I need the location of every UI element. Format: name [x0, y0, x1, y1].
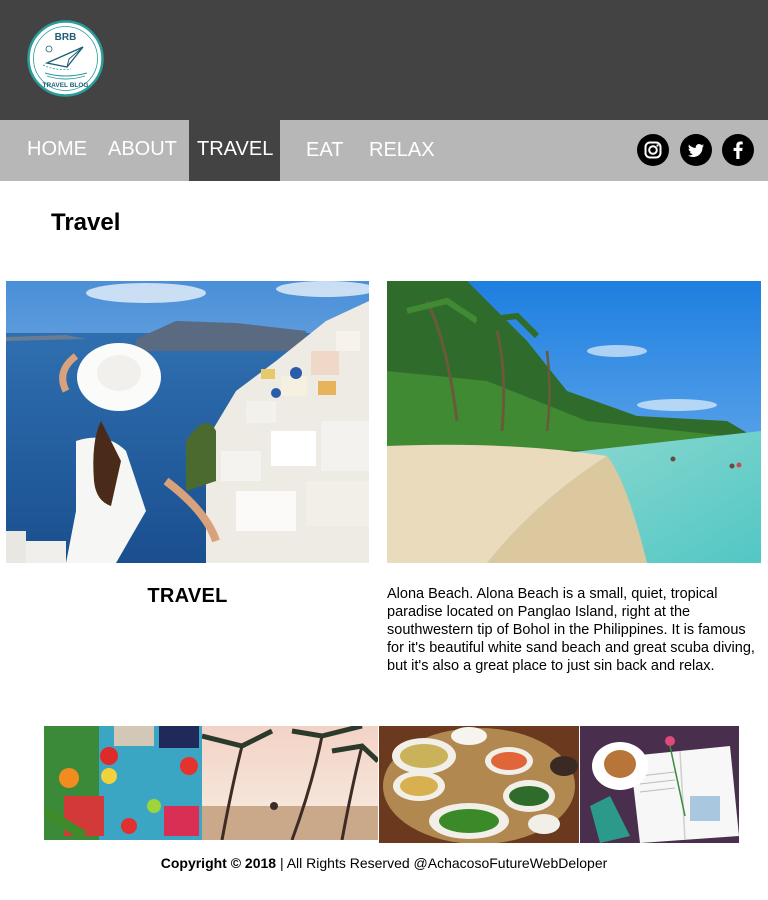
nav-travel[interactable]: TRAVEL — [189, 120, 280, 181]
nav-relax[interactable]: RELAX — [369, 120, 435, 181]
copyright-label: Copyright © 2018 — [160, 855, 277, 871]
logo-bottom-text: TRAVEL BLOG — [43, 82, 89, 89]
logo-top-text: BRB — [55, 32, 77, 43]
brb-travel-blog-logo[interactable]: BRB TRAVEL BLOG — [27, 19, 104, 98]
nav-about[interactable]: ABOUT — [108, 120, 177, 181]
nav-eat[interactable]: EAT — [306, 120, 343, 181]
page-title: Travel — [51, 209, 121, 236]
twitter-icon[interactable] — [680, 134, 712, 166]
instagram-icon[interactable] — [637, 134, 669, 166]
santorini-photo — [6, 281, 369, 563]
gallery-produce-photo[interactable] — [44, 726, 202, 840]
rights-reserved-text: | All Rights Reserved @AchacosoFutureWeb… — [276, 855, 608, 871]
site-header: BRB TRAVEL BLOG — [0, 0, 768, 120]
feature-description: Alona Beach. Alona Beach is a small, qui… — [387, 586, 755, 674]
gallery-tea-book-photo[interactable] — [580, 726, 739, 843]
feature-caption: TRAVEL — [147, 585, 228, 607]
nav-home[interactable]: HOME — [27, 120, 87, 181]
gallery-palm-beach-photo[interactable] — [202, 726, 378, 840]
gallery-filipino-food-photo[interactable] — [379, 726, 579, 843]
footer-copyright: Copyright © 2018 | All Rights Reserved @… — [0, 855, 768, 871]
alona-beach-photo — [387, 281, 761, 563]
facebook-icon[interactable] — [722, 134, 754, 166]
